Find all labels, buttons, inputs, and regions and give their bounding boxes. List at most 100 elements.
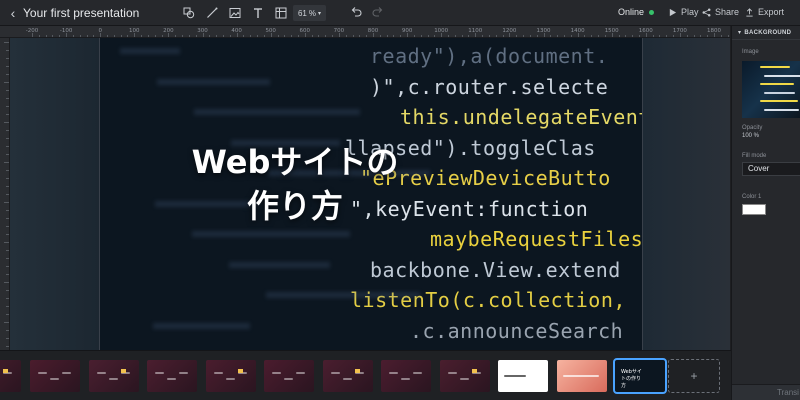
ruler-mark xyxy=(373,33,374,37)
ruler-mark xyxy=(6,170,9,171)
current-slide[interactable]: ready"),a(document.)",c.router.selecte th… xyxy=(99,38,643,350)
ruler-mark xyxy=(550,35,552,37)
slide-thumbnail[interactable] xyxy=(0,360,21,392)
properties-panel: ▾ BACKGROUND Image Opacity 100 % Fill mod… xyxy=(731,26,800,400)
table-icon[interactable] xyxy=(273,5,289,21)
ruler-mark xyxy=(38,35,40,37)
ruler-mark xyxy=(611,33,613,37)
slide-thumbnail[interactable] xyxy=(323,360,373,392)
image-icon[interactable] xyxy=(227,5,243,21)
ruler-mark xyxy=(693,35,695,37)
horizontal-ruler: -200 -100 0 100 200 300 400 500 600 700 800 900 1000… xyxy=(0,26,743,38)
ruler-mark xyxy=(6,138,9,139)
folder-icon xyxy=(355,369,360,373)
thumbnail-title: Webサイトの作り方 xyxy=(621,369,642,389)
ruler-mark xyxy=(563,35,565,37)
ruler-mark xyxy=(113,35,115,37)
slide-thumbnail[interactable] xyxy=(557,360,607,392)
line-icon[interactable] xyxy=(204,5,220,21)
undo-icon[interactable] xyxy=(350,5,364,21)
presentation-title[interactable]: Your first presentation xyxy=(23,6,139,20)
ruler-mark xyxy=(6,274,9,275)
ruler-mark xyxy=(645,33,647,37)
ruler-mark xyxy=(359,35,361,37)
ruler-mark xyxy=(420,35,422,37)
ruler-mark xyxy=(482,35,484,37)
ruler-mark xyxy=(727,35,729,37)
thumbnail-text-line xyxy=(272,372,281,374)
ruler-mark xyxy=(6,66,9,67)
slide-thumbnail[interactable] xyxy=(498,360,548,392)
ruler-mark xyxy=(6,346,9,347)
ruler-mark xyxy=(714,33,715,37)
thumbnail-code-line xyxy=(764,74,800,77)
ruler-mark xyxy=(659,35,661,37)
ruler-mark xyxy=(584,35,586,37)
ruler-mark xyxy=(6,250,9,251)
ruler-mark xyxy=(652,35,654,37)
play-button[interactable]: Play xyxy=(668,7,699,17)
ruler-mark xyxy=(141,35,143,37)
blurred-code-line xyxy=(153,322,250,329)
fill-mode-select[interactable]: Cover xyxy=(742,162,800,176)
slide-thumbnail[interactable] xyxy=(440,360,490,392)
slide-thumbnail[interactable] xyxy=(264,360,314,392)
share-button[interactable]: Share xyxy=(702,7,739,17)
ruler-mark xyxy=(6,330,9,331)
redo-icon[interactable] xyxy=(372,5,386,21)
ruler-mark xyxy=(6,106,9,107)
ruler-mark xyxy=(4,242,9,243)
blurred-code-line xyxy=(157,78,270,85)
ruler-mark xyxy=(366,35,368,37)
slide-canvas-area[interactable]: ready"),a(document.)",c.router.selecte th… xyxy=(10,38,730,350)
code-line: maybeRequestFilesyst xyxy=(430,227,643,251)
zoom-select[interactable]: 61 % ▾ xyxy=(293,5,326,21)
ruler-mark xyxy=(448,35,450,37)
text-icon[interactable] xyxy=(250,5,266,21)
zoom-unit: % xyxy=(308,8,316,18)
ruler-mark xyxy=(284,35,286,37)
section-title: BACKGROUND xyxy=(744,30,792,36)
thumbnail-text-line xyxy=(97,372,106,374)
ruler-mark xyxy=(570,35,572,37)
ruler-mark xyxy=(536,35,538,37)
ruler-mark xyxy=(270,33,272,37)
slide-thumbnail[interactable] xyxy=(89,360,139,392)
add-slide-button[interactable]: + xyxy=(668,359,720,393)
ruler-mark xyxy=(59,35,61,37)
ruler-mark xyxy=(93,35,95,37)
slide-title[interactable]: Webサイトの 作り方 xyxy=(100,140,490,228)
thumbnail-text-line xyxy=(179,372,188,374)
slide-thumbnail[interactable] xyxy=(147,360,197,392)
background-image-thumbnail[interactable] xyxy=(742,61,800,118)
ruler-mark xyxy=(127,35,129,37)
thumbnail-text-line xyxy=(62,372,71,374)
ruler-mark xyxy=(86,35,88,37)
back-arrow-icon[interactable]: ‹ xyxy=(6,4,20,22)
ruler-mark xyxy=(352,35,354,37)
background-section-header[interactable]: ▾ BACKGROUND xyxy=(732,26,800,40)
opacity-value[interactable]: 100 % xyxy=(742,133,759,139)
ruler-mark xyxy=(529,35,531,37)
export-button[interactable]: Export xyxy=(745,7,784,17)
ruler-mark xyxy=(434,35,436,37)
slide-thumbnail[interactable] xyxy=(30,360,80,392)
transitions-tab[interactable]: Transi xyxy=(732,384,800,400)
image-label: Image xyxy=(742,49,759,55)
ruler-mark xyxy=(263,35,265,37)
ruler-mark xyxy=(6,210,9,211)
slide-thumbnail[interactable] xyxy=(381,360,431,392)
slide-thumbnail[interactable] xyxy=(206,360,256,392)
ruler-mark xyxy=(686,35,688,37)
color-swatch[interactable] xyxy=(742,204,766,215)
thumbnail-text-line xyxy=(214,372,223,374)
ruler-mark xyxy=(4,282,9,283)
ruler-mark xyxy=(6,154,9,155)
slide-thumbnail[interactable]: Webサイトの作り方 xyxy=(613,358,667,394)
thumbnail-text-line xyxy=(563,375,599,377)
ruler-mark xyxy=(325,35,327,37)
ruler-mark xyxy=(4,42,9,43)
ruler-mark xyxy=(291,35,293,37)
ruler-mark xyxy=(4,82,9,83)
shape-icon[interactable] xyxy=(181,5,197,21)
